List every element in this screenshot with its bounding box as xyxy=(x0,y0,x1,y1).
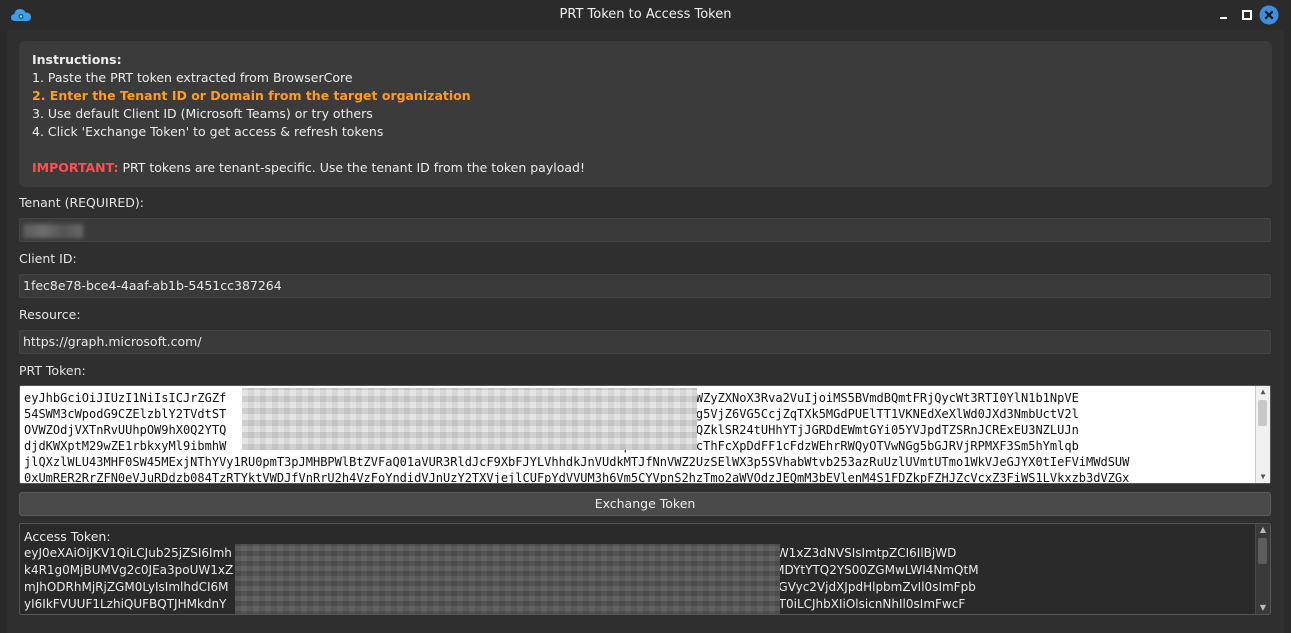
exchange-token-button[interactable]: Exchange Token xyxy=(19,492,1271,516)
minimize-icon[interactable] xyxy=(1215,6,1233,24)
instruction-step-1: 1. Paste the PRT token extracted from Br… xyxy=(32,70,353,85)
important-label: IMPORTANT: xyxy=(32,160,119,175)
access-token-textarea[interactable]: Access Token: eyJ0eXAiOiJKV1QiLCJub25jZS… xyxy=(19,523,1271,615)
instructions-heading: Instructions: xyxy=(32,52,122,67)
important-text: PRT tokens are tenant-specific. Use the … xyxy=(118,160,585,175)
access-scrollbar[interactable]: ▲ ▼ xyxy=(1255,524,1270,614)
resource-label: Resource: xyxy=(19,307,81,322)
maximize-icon[interactable] xyxy=(1238,6,1256,24)
client-id-input[interactable]: 1fec8e78-bce4-4aaf-ab1b-5451cc387264 xyxy=(19,274,1271,298)
prt-line: jlQXzlWLU43MHF0SW45MExjNThYVy1RU0pmT3pJM… xyxy=(24,455,1130,469)
scroll-down-icon[interactable]: ▼ xyxy=(1256,471,1270,483)
title-bar: PRT Token to Access Token xyxy=(0,0,1291,30)
instruction-step-3: 3. Use default Client ID (Microsoft Team… xyxy=(32,106,373,121)
scroll-up-icon[interactable]: ▲ xyxy=(1256,386,1270,398)
redacted-region xyxy=(235,544,780,614)
prt-token-label: PRT Token: xyxy=(19,363,86,378)
important-note: IMPORTANT: PRT tokens are tenant-specifi… xyxy=(32,159,1259,177)
close-icon[interactable] xyxy=(1259,5,1279,25)
scroll-up-icon[interactable]: ▲ xyxy=(1256,524,1270,536)
tenant-input[interactable] xyxy=(19,218,1271,242)
redacted-region xyxy=(242,388,697,450)
scroll-thumb[interactable] xyxy=(1258,538,1267,564)
instructions-panel: Instructions: 1. Paste the PRT token ext… xyxy=(19,41,1272,187)
prt-line: 0xUmRER2RrZFN0eVJuRDdzb084TzRTYktVWDJfVn… xyxy=(24,471,1130,484)
window-title: PRT Token to Access Token xyxy=(559,7,732,22)
instruction-step-4: 4. Click 'Exchange Token' to get access … xyxy=(32,124,384,139)
redacted-tenant xyxy=(23,223,83,238)
client-id-label: Client ID: xyxy=(19,251,77,266)
scroll-down-icon[interactable]: ▼ xyxy=(1256,602,1270,614)
prt-token-textarea[interactable]: eyJhbGciOiJIUzI1NiIsICJrZGZf SVnE0MHEifQ… xyxy=(19,385,1271,484)
scroll-thumb[interactable] xyxy=(1258,400,1267,426)
instruction-step-2: 2. Enter the Tenant ID or Domain from th… xyxy=(32,88,471,103)
tenant-label: Tenant (REQUIRED): xyxy=(19,195,145,210)
resource-input[interactable]: https://graph.microsoft.com/ xyxy=(19,330,1271,354)
access-token-label: Access Token: xyxy=(24,529,111,544)
prt-scrollbar[interactable]: ▲ ▼ xyxy=(1255,386,1270,483)
